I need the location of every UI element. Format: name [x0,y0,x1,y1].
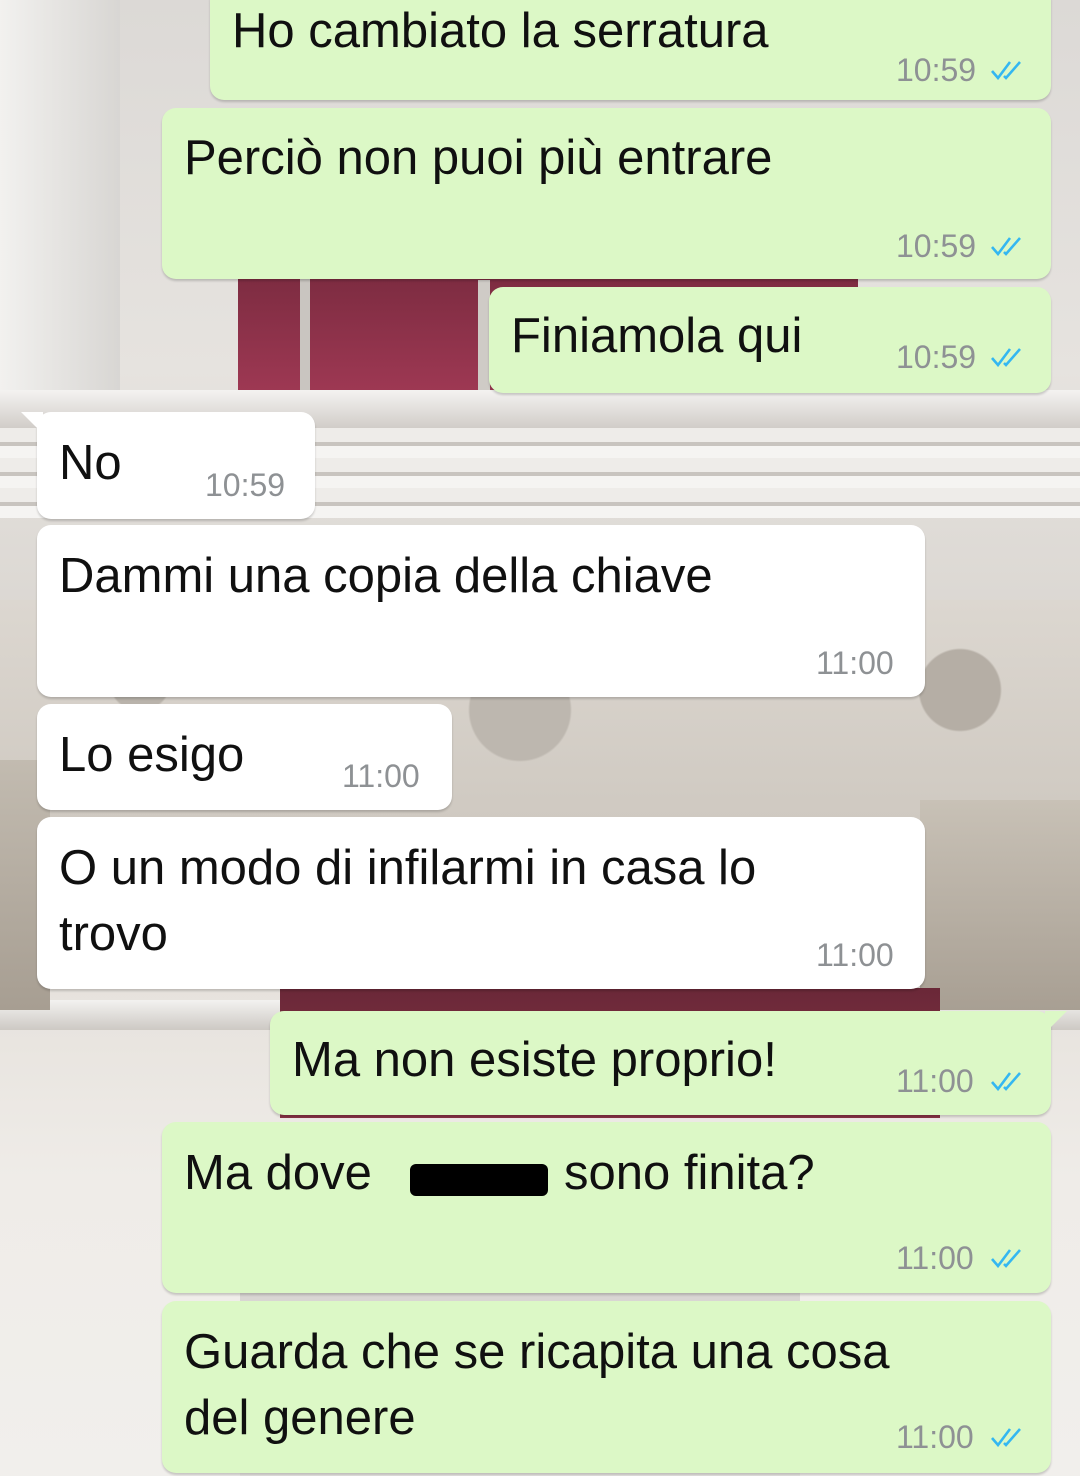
outgoing-message[interactable]: Ho cambiato la serratura 10:59 [210,0,1051,100]
read-receipt-icon [991,1072,1021,1091]
message-time: 11:00 [896,1419,974,1455]
wallpaper-mullion [300,270,310,410]
message-time: 11:00 [896,1063,974,1099]
read-receipt-icon [991,61,1021,80]
incoming-message[interactable]: Dammi una copia della chiave 11:00 [37,525,925,697]
outgoing-message[interactable]: Finiamola qui 10:59 [489,287,1051,393]
message-time: 10:59 [896,339,977,375]
message-text: Ho cambiato la serratura [232,4,769,58]
message-time: 11:00 [816,645,894,681]
outgoing-message[interactable]: Perciò non puoi più entrare 10:59 [162,108,1051,279]
message-text: Perciò non puoi più entrare [184,131,773,185]
message-text: Lo esigo [59,728,245,782]
incoming-message[interactable]: O un modo di infilarmi in casa lo trovo … [37,817,925,989]
read-receipt-icon [991,348,1021,367]
message-text-after-redaction: sono finita? [564,1146,815,1200]
message-text-line1: O un modo di infilarmi in casa lo [59,841,757,895]
wallpaper-capital [920,800,1080,1010]
message-text-line2: del genere [184,1391,416,1445]
message-time: 10:59 [896,52,977,88]
message-time: 10:59 [896,228,977,264]
read-receipt-icon [991,237,1021,256]
wallpaper-pillar [0,0,120,420]
incoming-message[interactable]: No 10:59 [21,412,315,519]
message-time: 10:59 [205,467,286,503]
message-text: No [59,436,122,490]
redaction-bar [410,1164,548,1196]
message-text-before-redaction: Ma dove [184,1146,372,1200]
read-receipt-icon [991,1428,1021,1447]
message-text-line1: Guarda che se ricapita una cosa [184,1325,890,1379]
outgoing-message[interactable]: Guarda che se ricapita una cosa del gene… [162,1301,1051,1473]
message-text: Ma non esiste proprio! [292,1033,777,1087]
incoming-message[interactable]: Lo esigo 11:00 [37,704,452,810]
message-text-line2: trovo [59,907,168,961]
outgoing-message[interactable]: Ma dove sono finita? 11:00 [162,1122,1051,1293]
message-time: 11:00 [342,758,420,794]
message-time: 11:00 [896,1240,974,1276]
read-receipt-icon [991,1249,1021,1268]
message-time: 11:00 [816,937,894,973]
outgoing-message[interactable]: Ma non esiste proprio! 11:00 [270,1011,1067,1115]
message-text: Dammi una copia della chiave [59,549,713,603]
bubble-tail [21,412,43,434]
bubble-tail [1045,1011,1067,1033]
message-text: Finiamola qui [511,309,803,363]
